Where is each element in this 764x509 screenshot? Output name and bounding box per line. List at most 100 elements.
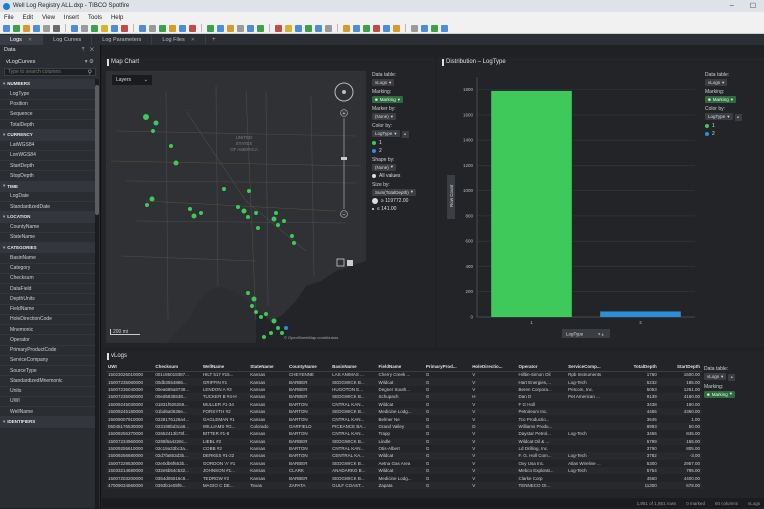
well-marker[interactable] [271,318,277,324]
toolbar-button-icon[interactable] [207,24,214,32]
column-item[interactable]: Mnemonic [0,325,95,336]
shape-by-dropdown[interactable]: (None) ▾ [372,163,397,171]
well-marker[interactable] [259,315,263,319]
table-row[interactable]: 47009034560000 0393b1e05f9... MAGIO C DE..… [106,481,702,490]
toolbar-button-icon[interactable] [421,24,428,32]
menu-tools[interactable]: Tools [88,15,102,21]
well-marker[interactable] [276,223,280,227]
column-header[interactable]: PrimaryProd... [423,363,471,372]
well-marker[interactable] [292,241,296,245]
column-item[interactable]: BasinName [0,253,95,264]
table-row[interactable]: 15009256680000 02d7fa853d3b... DERKES #1-2… [106,452,702,460]
column-header[interactable]: TotalDepth [615,363,659,372]
well-marker[interactable] [191,213,197,219]
well-marker[interactable] [236,205,240,209]
legend-item-1[interactable]: 1 [372,140,434,146]
column-group-location[interactable]: ▾ LOCATION [0,212,95,223]
menu-help[interactable]: Help [111,15,123,21]
map-attribution[interactable]: © OpenStreetMap contributors [284,335,338,340]
well-marker[interactable] [247,189,251,193]
column-item[interactable]: DataField [0,284,95,295]
column-item[interactable]: ServiceCompany [0,356,95,366]
color-by-menu-button[interactable]: ▴ [401,130,409,138]
column-group-identifiers[interactable]: ▾ IDENTIFIERS [0,417,95,428]
table-row[interactable]: 15009007910000 0228176126a4... GAGLEMAN #1… [106,415,702,422]
well-marker[interactable] [153,120,159,126]
well-marker[interactable] [246,291,250,295]
toolbar-button-icon[interactable] [169,24,176,32]
close-icon[interactable]: ✕ [191,37,195,43]
data-panel-scrollbar[interactable] [95,79,99,509]
well-marker[interactable] [241,208,247,214]
well-marker[interactable] [254,211,258,215]
toolbar-button-icon[interactable] [111,24,118,32]
well-marker[interactable] [188,207,192,211]
data-table-dropdown[interactable]: vLogs ▾ [704,373,727,380]
column-header[interactable]: UWI [106,363,154,372]
column-item[interactable]: StopDepth [0,171,95,182]
toolbar-button-icon[interactable] [189,24,196,32]
toolbar-button-icon[interactable] [121,24,128,32]
marker-by-dropdown[interactable]: (None) ▾ [372,113,397,120]
toolbar-button-icon[interactable] [13,24,20,32]
well-marker[interactable] [169,144,173,148]
column-item[interactable]: StandardizedMnemonic [0,376,95,387]
tab-log-curves[interactable]: Log Curves [43,35,93,45]
column-search-input[interactable]: Type to search columns ⚲ [4,68,96,76]
data-table[interactable]: UWI Checksum WellName StateName CountyName Ba… [106,363,702,490]
column-item[interactable]: StandardizedDate [0,202,95,213]
column-header[interactable]: StartDepth [658,363,702,372]
toolbar-button-icon[interactable] [257,24,264,32]
toolbar-button-icon[interactable] [227,24,234,32]
column-group-numbers[interactable]: ▾ NUMBERS [0,79,95,90]
toolbar-button-icon[interactable] [33,24,40,32]
table-row[interactable]: 15007235060000 00db3554886... GRIFFIN #1 Ka… [106,378,702,386]
table-row[interactable]: 15007229530000 02e0db6f653b... GORDON 'A' … [106,460,702,467]
table-menu-button[interactable]: ▴ [728,373,736,381]
column-header[interactable]: WellName [200,363,249,372]
toolbar-button-icon[interactable] [315,24,322,32]
column-header[interactable]: FieldName [376,363,424,372]
well-marker[interactable] [269,331,273,335]
minimize-button[interactable]: – [730,2,734,10]
menu-edit[interactable]: Edit [23,15,33,21]
toolbar-button-icon[interactable] [3,24,10,32]
legend-item-1[interactable]: 1 [705,123,763,129]
menu-insert[interactable]: Insert [64,15,79,21]
well-marker[interactable] [274,211,278,215]
toolbar-button-icon[interactable] [217,24,224,32]
column-item[interactable]: LatWGS84 [0,141,95,151]
table-row[interactable]: 15009255610000 02c19a33bc3a... COBB #2 Kans… [106,445,702,452]
column-item[interactable]: Units [0,387,95,397]
well-marker[interactable] [222,187,226,191]
column-item[interactable]: PrimaryProductCode [0,346,95,356]
bar-logtype-1[interactable] [491,90,572,317]
toolbar-button-icon[interactable] [353,24,360,32]
column-item[interactable]: FieldName [0,305,95,315]
legend-item-2[interactable]: 2 [705,131,763,137]
column-item[interactable]: Checksum [0,274,95,284]
toolbar-button-icon[interactable] [383,24,390,32]
data-table-dropdown[interactable]: vLogs ▾ [705,79,728,86]
table-row[interactable]: 15007235060000 00ed5835538... TUCKER B #4-… [106,393,702,401]
close-icon[interactable]: ✕ [28,37,32,43]
column-item[interactable]: LogType [0,89,95,100]
toolbar-button-icon[interactable] [431,24,438,32]
maximize-button[interactable]: ☐ [750,2,756,10]
column-header[interactable]: ServiceComp... [566,363,616,372]
toolbar-button-icon[interactable] [53,24,60,32]
column-header[interactable]: Checksum [153,363,201,372]
column-item[interactable]: Position [0,100,95,110]
table-row[interactable]: 15009255370000 02652413b78f... BITTER #1-8… [106,430,702,437]
column-item[interactable]: LogDate [0,192,95,202]
column-header[interactable]: CountyName [287,363,331,372]
toolbar-button-icon[interactable] [275,24,282,32]
well-marker[interactable] [271,216,277,222]
toolbar-button-icon[interactable] [295,24,302,32]
column-item[interactable]: Sequence [0,110,95,120]
zoom-slider-handle[interactable] [341,157,347,160]
bar-chart[interactable]: 0 200 400 600 800 1000 1200 1400 1600 1800 1 2 Row C… [441,69,703,344]
table-row[interactable]: 15009245180000 01bd6a0636e... FORSYTH #2 Ka… [106,407,702,416]
toolbar-button-icon[interactable] [247,24,254,32]
column-group-time[interactable]: ▾ TIME [0,181,95,192]
